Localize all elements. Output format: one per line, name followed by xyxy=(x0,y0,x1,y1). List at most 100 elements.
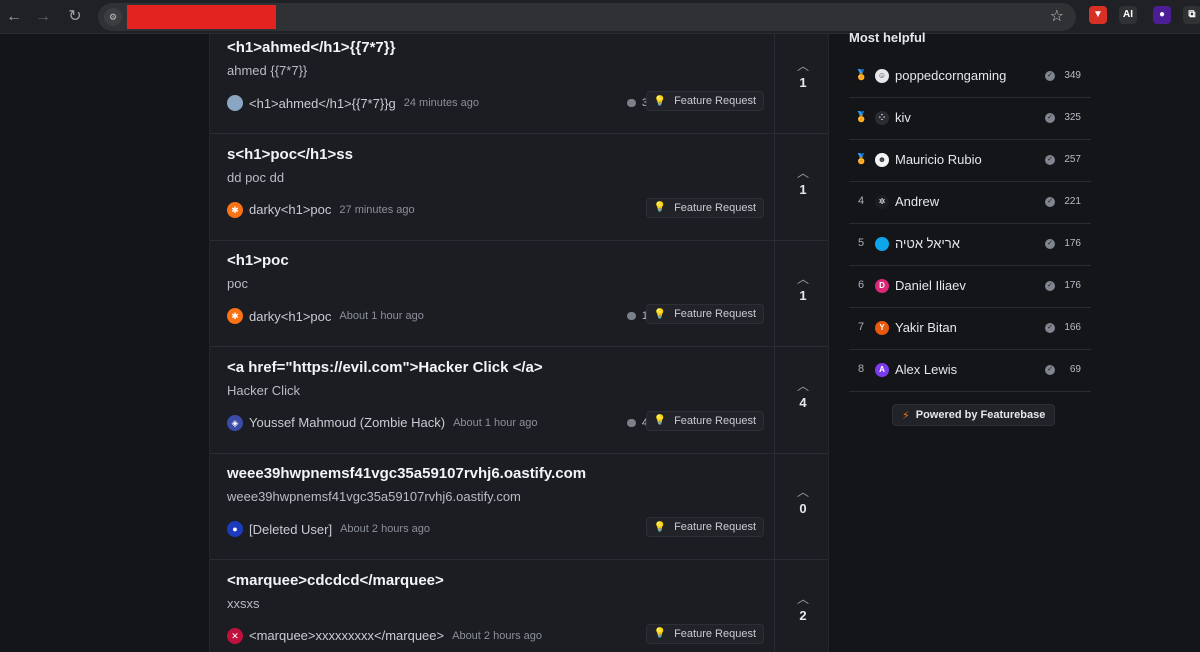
leader-points: 221 xyxy=(1064,196,1081,207)
site-info-icon[interactable]: ⚙ xyxy=(104,8,122,26)
category-tag[interactable]: 💡 Feature Request xyxy=(645,304,764,324)
category-tag-label: Feature Request xyxy=(674,308,756,320)
post-item[interactable]: weee39hwpnemsf41vgc35a59107rvhj6.oastify… xyxy=(210,453,828,560)
vote-count: 1 xyxy=(799,181,807,197)
leaderboard-row[interactable]: 🏅 ☺ poppedcorngaming ✓ 349 xyxy=(849,56,1091,98)
post-body[interactable]: <h1>ahmed</h1>{{7*7}} ahmed {{7*7}} <h1>ah… xyxy=(210,34,774,133)
leader-name[interactable]: Andrew xyxy=(895,194,939,209)
leader-avatar: ☻ xyxy=(875,153,889,167)
lightbulb-icon: 💡 xyxy=(653,308,667,320)
post-time: About 1 hour ago xyxy=(339,310,424,322)
author-name[interactable]: [Deleted User] xyxy=(249,522,332,537)
leader-name[interactable]: Alex Lewis xyxy=(895,362,957,377)
leader-name[interactable]: אריאל אטיה xyxy=(895,236,960,251)
forward-arrow-icon[interactable]: → xyxy=(31,5,55,29)
leader-avatar: ⁘ xyxy=(875,111,889,125)
chevron-up-icon: ︿ xyxy=(796,378,809,393)
post-meta: ◈ Youssef Mahmoud (Zombie Hack) About 1 ho… xyxy=(227,414,537,432)
author-name[interactable]: darky<h1>poc xyxy=(249,309,331,324)
post-list: <h1>ahmed</h1>{{7*7}} ahmed {{7*7}} <h1>ah… xyxy=(209,34,829,652)
back-arrow-icon[interactable]: ← xyxy=(2,5,26,29)
leader-points: 166 xyxy=(1064,322,1081,333)
ext-purple-icon[interactable]: ● xyxy=(1153,6,1171,24)
vote-count: 4 xyxy=(799,394,807,410)
leader-points: 69 xyxy=(1069,364,1081,375)
post-description: ahmed {{7*7}} xyxy=(227,63,308,78)
category-tag-label: Feature Request xyxy=(674,201,756,214)
comment-icon xyxy=(626,99,636,107)
category-tag[interactable]: 💡 Feature Request xyxy=(645,197,764,218)
post-body[interactable]: <a href="https://evil.com">Hacker Click … xyxy=(210,347,774,453)
leader-rank: 4 xyxy=(857,195,865,207)
upvote-button[interactable]: ︿ 4 xyxy=(774,346,828,453)
upvote-button[interactable]: ︿ 1 xyxy=(774,34,828,133)
category-tag-label: Feature Request xyxy=(674,521,756,533)
post-title[interactable]: s<h1>poc</h1>ss xyxy=(227,146,353,163)
vote-count: 1 xyxy=(799,75,807,90)
leader-name[interactable]: Daniel Iliaev xyxy=(895,278,966,293)
post-item[interactable]: <a href="https://evil.com">Hacker Click … xyxy=(210,346,828,454)
post-time: 24 minutes ago xyxy=(403,97,479,109)
leaderboard-row[interactable]: 5 אריאל אטיה ✓ 176 xyxy=(849,224,1091,266)
upvote-button[interactable]: ︿ 1 xyxy=(774,240,828,346)
leader-name[interactable]: poppedcorngaming xyxy=(895,68,1006,83)
check-circle-icon: ✓ xyxy=(1045,113,1055,123)
author-name[interactable]: darky<h1>poc xyxy=(249,202,331,217)
author-avatar: ✕ xyxy=(227,627,243,644)
chevron-up-icon: ︿ xyxy=(796,272,809,286)
leaderboard-row[interactable]: 4 ✲ Andrew ✓ 221 xyxy=(849,182,1091,224)
leader-points: 257 xyxy=(1064,154,1081,165)
post-description: Hacker Click xyxy=(227,382,300,398)
post-item[interactable]: <h1>ahmed</h1>{{7*7}} ahmed {{7*7}} <h1>ah… xyxy=(210,34,828,134)
bookmark-star-icon[interactable]: ☆ xyxy=(1050,7,1064,27)
post-item[interactable]: <marquee>cdcdcd</marquee> xxsxs ✕ <marquee>… xyxy=(210,559,828,652)
post-title[interactable]: <a href="https://evil.com">Hacker Click … xyxy=(227,359,543,376)
leader-avatar xyxy=(875,237,889,251)
leader-points: 176 xyxy=(1064,280,1081,291)
leaderboard-row[interactable]: 6 D Daniel Iliaev ✓ 176 xyxy=(849,266,1091,308)
post-body[interactable]: <marquee>cdcdcd</marquee> xxsxs ✕ <marquee>… xyxy=(210,560,774,652)
post-item[interactable]: s<h1>poc</h1>ss dd poc dd ✱ darky<h1>poc 27 … xyxy=(210,133,828,241)
category-tag[interactable]: 💡 Feature Request xyxy=(645,91,764,111)
lightbulb-icon: 💡 xyxy=(653,415,667,426)
upvote-button[interactable]: ︿ 0 xyxy=(774,453,828,559)
category-tag[interactable]: 💡 Feature Request xyxy=(645,517,764,537)
author-name[interactable]: Youssef Mahmoud (Zombie Hack) xyxy=(249,415,445,430)
leaderboard-row[interactable]: 🏅 ☻ Mauricio Rubio ✓ 257 xyxy=(849,140,1091,182)
post-meta: ✱ darky<h1>poc About 1 hour ago xyxy=(227,307,424,325)
leader-name[interactable]: Yakir Bitan xyxy=(895,320,957,335)
leader-avatar: ✲ xyxy=(875,195,889,209)
reload-icon[interactable]: ↻ xyxy=(63,5,87,29)
author-name[interactable]: <h1>ahmed</h1>{{7*7}}g xyxy=(249,96,396,111)
leader-rank: 5 xyxy=(857,237,865,249)
leader-name[interactable]: Mauricio Rubio xyxy=(895,152,982,167)
post-time: About 2 hours ago xyxy=(340,523,430,535)
post-title[interactable]: <h1>ahmed</h1>{{7*7}} xyxy=(227,39,395,56)
post-body[interactable]: s<h1>poc</h1>ss dd poc dd ✱ darky<h1>poc 27 … xyxy=(210,134,774,240)
leaderboard-row[interactable]: 8 A Alex Lewis ✓ 69 xyxy=(849,350,1091,392)
post-body[interactable]: <h1>poc poc ✱ darky<h1>poc About 1 hour ago 1… xyxy=(210,240,774,346)
post-title[interactable]: <h1>poc xyxy=(227,252,289,269)
author-avatar: ◈ xyxy=(227,414,243,431)
post-time: About 2 hours ago xyxy=(452,629,543,642)
upvote-button[interactable]: ︿ 1 xyxy=(774,133,828,240)
post-body[interactable]: weee39hwpnemsf41vgc35a59107rvhj6.oastify… xyxy=(210,453,774,559)
category-tag[interactable]: 💡 Feature Request xyxy=(645,623,764,644)
ext-ai-icon[interactable]: AI xyxy=(1119,6,1137,24)
post-title[interactable]: <marquee>cdcdcd</marquee> xyxy=(227,572,444,589)
address-bar[interactable]: ⚙ ☆ xyxy=(98,3,1076,31)
chevron-up-icon: ︿ xyxy=(796,59,809,73)
category-tag[interactable]: 💡 Feature Request xyxy=(645,410,764,431)
author-name[interactable]: <marquee>xxxxxxxxx</marquee> xyxy=(249,628,444,643)
post-item[interactable]: <h1>poc poc ✱ darky<h1>poc About 1 hour ago 1… xyxy=(210,240,828,347)
upvote-button[interactable]: ︿ 2 xyxy=(774,559,828,652)
ext-puzzle-icon[interactable]: ⧉ xyxy=(1183,6,1200,24)
post-meta: ✱ darky<h1>poc 27 minutes ago xyxy=(227,201,415,219)
leaderboard-row[interactable]: 🏅 ⁘ kiv ✓ 325 xyxy=(849,98,1091,140)
leader-name[interactable]: kiv xyxy=(895,110,911,125)
leader-rank: 7 xyxy=(857,321,865,333)
ext-red-icon[interactable]: ▼ xyxy=(1089,6,1107,24)
powered-by-badge[interactable]: ⚡ Powered by Featurebase xyxy=(892,404,1056,426)
post-title[interactable]: weee39hwpnemsf41vgc35a59107rvhj6.oastify… xyxy=(227,465,586,482)
leaderboard-row[interactable]: 7 Y Yakir Bitan ✓ 166 xyxy=(849,308,1091,350)
